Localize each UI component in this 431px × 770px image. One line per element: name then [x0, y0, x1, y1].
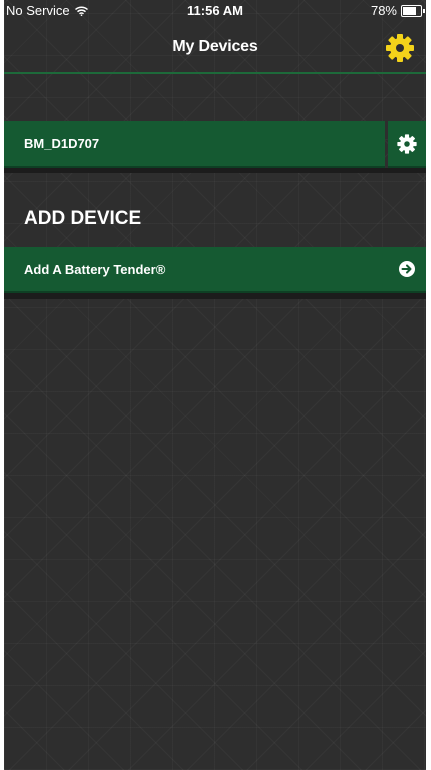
status-bar: No Service 11:56 AM 78% [4, 0, 426, 20]
device-row[interactable]: BM_D1D707 [4, 121, 385, 168]
gear-icon[interactable] [384, 32, 416, 64]
status-time: 11:56 AM [187, 3, 243, 18]
add-battery-tender-label: Add A Battery Tender® [24, 262, 166, 277]
divider [4, 168, 426, 173]
section-title: ADD DEVICE [24, 208, 142, 229]
battery-icon [401, 4, 425, 17]
navigation-bar: My Devices [4, 20, 426, 74]
battery-percent: 78% [370, 3, 397, 18]
add-battery-tender-button[interactable]: Add A Battery Tender® [4, 247, 426, 293]
page-title: My Devices [172, 38, 258, 55]
device-settings-button[interactable] [388, 121, 426, 168]
app-screen: No Service 11:56 AM 78% My Devices BM_D1… [4, 0, 426, 770]
device-name: BM_D1D707 [24, 136, 100, 151]
gear-icon [397, 133, 417, 154]
battery-cap [423, 8, 425, 13]
status-right: 78% [370, 3, 425, 18]
battery-level-fill [403, 6, 417, 15]
arrow-circle-right-icon [399, 261, 415, 277]
divider [4, 293, 426, 299]
